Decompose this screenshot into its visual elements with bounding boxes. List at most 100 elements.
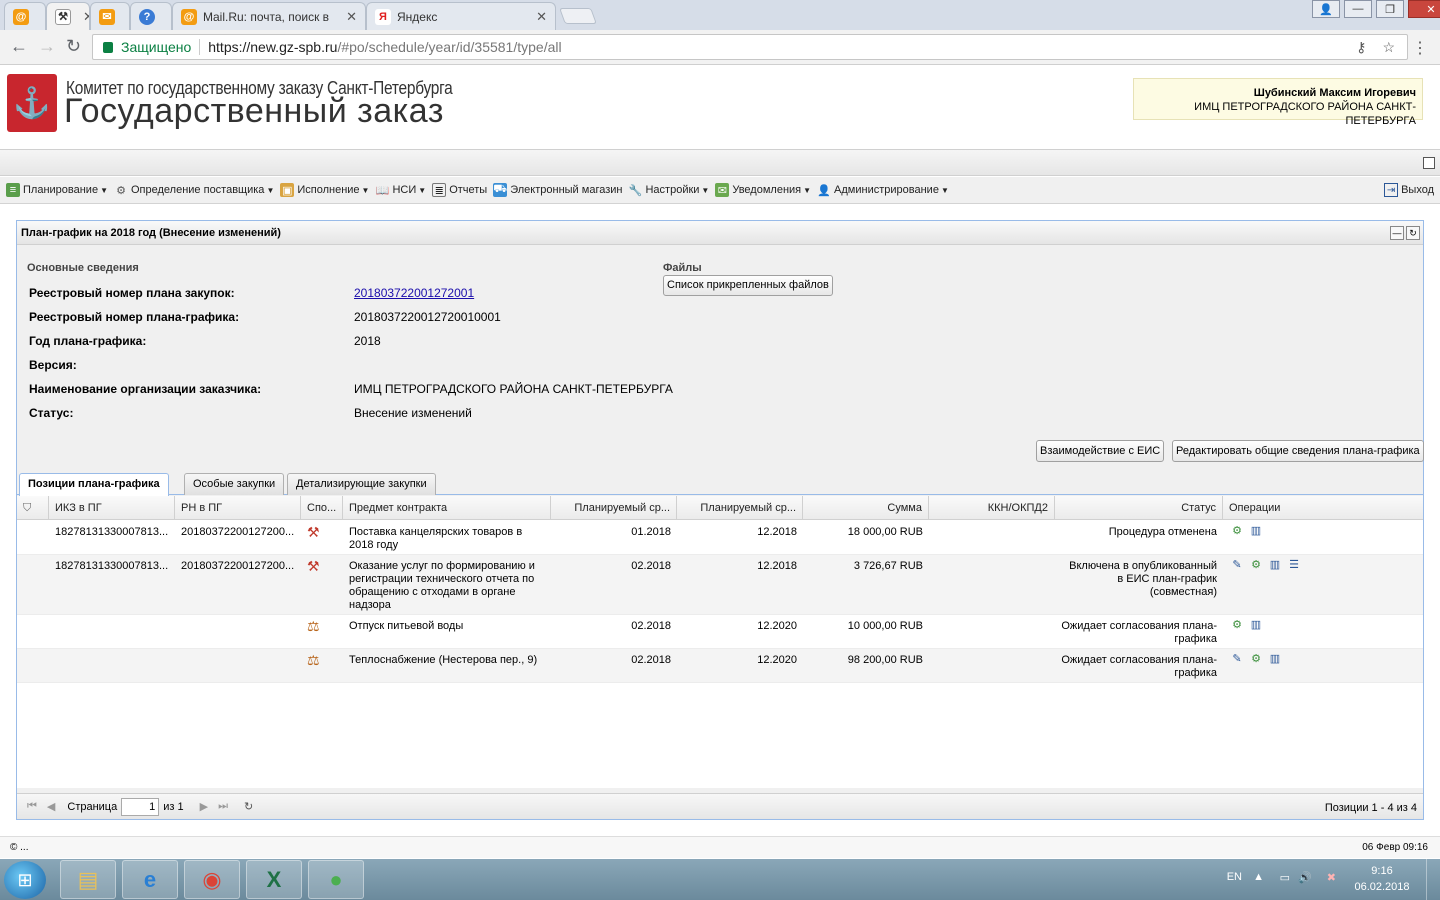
- language-indicator[interactable]: EN: [1227, 871, 1242, 883]
- collapse-icon[interactable]: [1423, 157, 1435, 169]
- browser-tab[interactable]: @: [4, 2, 46, 30]
- minimize-panel-icon[interactable]: —: [1390, 226, 1404, 240]
- explorer-taskbar-button[interactable]: ▤: [60, 860, 116, 899]
- field-label: Статус:: [29, 406, 74, 420]
- column-header[interactable]: Сумма: [803, 496, 929, 520]
- browser-tab[interactable]: @ Mail.Ru: почта, поиск в ✕: [172, 2, 366, 30]
- minimize-icon[interactable]: —: [1344, 0, 1372, 18]
- prev-page-icon[interactable]: ◀: [47, 800, 55, 813]
- url-input[interactable]: Защищено https://new.gz-spb.ru/#po/sched…: [92, 34, 1408, 60]
- last-page-icon[interactable]: ⏭: [218, 800, 228, 813]
- menu-eshop[interactable]: ⛟ Электронный магазин: [493, 183, 622, 197]
- user-icon[interactable]: 👤: [1312, 0, 1340, 18]
- excel-taskbar-button[interactable]: X: [246, 860, 302, 899]
- tab-special-purchases[interactable]: Особые закупки: [184, 473, 285, 495]
- column-header[interactable]: Предмет контракта: [343, 496, 551, 520]
- column-header[interactable]: Спо...: [301, 496, 343, 520]
- menu-admin[interactable]: 👤 Администрирование ▼: [817, 183, 949, 197]
- chart-icon[interactable]: ▥: [1267, 558, 1283, 572]
- menu-nsi[interactable]: 📖 НСИ ▼: [375, 183, 427, 197]
- table-row[interactable]: 18278131330007813... 20180372200127200..…: [17, 555, 1423, 615]
- chart-icon[interactable]: ▥: [1248, 618, 1264, 632]
- clock-date[interactable]: 06.02.2018: [1348, 881, 1416, 893]
- list-icon[interactable]: ☰: [1286, 558, 1302, 572]
- refresh-icon[interactable]: ↻: [244, 800, 253, 813]
- key-icon[interactable]: ⚷: [1356, 39, 1366, 56]
- exit-button[interactable]: ⇥ Выход: [1384, 183, 1434, 197]
- reload-icon[interactable]: ↻: [66, 36, 81, 57]
- new-tab-button[interactable]: [559, 8, 597, 24]
- chart-icon[interactable]: ▥: [1248, 524, 1264, 538]
- menu-planning[interactable]: ≡ Планирование ▼: [6, 183, 108, 197]
- menu-notifications[interactable]: ✉ Уведомления ▼: [715, 183, 811, 197]
- edit-general-info-button[interactable]: Редактировать общие сведения плана-графи…: [1172, 440, 1424, 462]
- chrome-taskbar-button[interactable]: ◉: [184, 860, 240, 899]
- menu-execution[interactable]: ▣ Исполнение ▼: [280, 183, 369, 197]
- chart-icon[interactable]: ▥: [1267, 652, 1283, 666]
- column-header[interactable]: Планируемый ср...: [551, 496, 677, 520]
- first-page-icon[interactable]: ⏮: [27, 800, 37, 813]
- table-row[interactable]: 18278131330007813... 20180372200127200..…: [17, 521, 1423, 555]
- plan-number-link[interactable]: 201803722001272001: [354, 286, 474, 300]
- volume-icon[interactable]: 🔊: [1298, 871, 1312, 884]
- close-icon[interactable]: ✕: [536, 9, 547, 25]
- browser-tab[interactable]: ?: [130, 2, 172, 30]
- close-icon[interactable]: ✕: [83, 9, 89, 25]
- tab-title: Яндекс: [397, 9, 438, 24]
- table-row[interactable]: ⚖ Отпуск питьевой воды 02.2018 12.2020 1…: [17, 615, 1423, 649]
- column-header[interactable]: ККН/ОКПД2: [929, 496, 1055, 520]
- exit-icon: ⇥: [1384, 183, 1399, 197]
- gear-icon[interactable]: ⚙: [1229, 618, 1245, 632]
- address-bar: ← → ↻ Защищено https://new.gz-spb.ru/#po…: [0, 30, 1440, 65]
- close-icon[interactable]: ✕: [346, 9, 357, 25]
- back-icon[interactable]: ←: [10, 36, 28, 57]
- browser-tab[interactable]: Я Яндекс ✕: [366, 2, 556, 30]
- app-taskbar-button[interactable]: ●: [308, 860, 364, 899]
- browser-tab[interactable]: ✉: [90, 2, 130, 30]
- refresh-panel-icon[interactable]: ↻: [1406, 226, 1420, 240]
- spb-emblem-icon: ⚓: [7, 74, 57, 132]
- cell-subject: Поставка канцелярских товаров в 2018 год…: [349, 526, 523, 551]
- browser-tab-active[interactable]: ⚒✕: [46, 2, 90, 30]
- gear-icon[interactable]: ⚙: [1229, 524, 1245, 538]
- menu-reports[interactable]: ≣ Отчеты: [432, 183, 487, 197]
- network-icon[interactable]: ✖: [1327, 871, 1336, 884]
- column-filter[interactable]: ⛉: [17, 496, 49, 520]
- star-icon[interactable]: ☆: [1382, 39, 1395, 56]
- window-close-icon[interactable]: ✕: [1408, 0, 1440, 18]
- pencil-icon[interactable]: ✎: [1229, 558, 1245, 572]
- column-header[interactable]: РН в ПГ: [175, 496, 301, 520]
- forward-icon[interactable]: →: [38, 36, 56, 57]
- next-page-icon[interactable]: ▶: [200, 800, 208, 813]
- tray-arrow-icon[interactable]: ▲: [1253, 871, 1264, 883]
- eis-interaction-button[interactable]: Взаимодействие с ЕИС: [1036, 440, 1165, 462]
- page-input[interactable]: [121, 797, 160, 816]
- tab-schedule-positions[interactable]: Позиции плана-графика: [19, 473, 169, 496]
- cell-status: Включена в опубликованный в ЕИС план-гра…: [1069, 560, 1217, 598]
- table-row[interactable]: ⚖ Теплоснабжение (Нестерова пер., 9) 02.…: [17, 649, 1423, 683]
- pencil-icon[interactable]: ✎: [1229, 652, 1245, 666]
- windows-taskbar: ⊞ ▤ e ◉ X ● EN ▲ ▭ 🔊 ✖ 9:16 06.02.2018: [0, 859, 1440, 900]
- gear-icon[interactable]: ⚙: [1248, 652, 1264, 666]
- start-button[interactable]: ⊞: [4, 861, 46, 899]
- maximize-icon[interactable]: ❐: [1376, 0, 1404, 18]
- column-header[interactable]: Операции: [1223, 496, 1423, 520]
- ie-taskbar-button[interactable]: e: [122, 860, 178, 899]
- gear-icon[interactable]: ⚙: [1248, 558, 1264, 572]
- menu-settings[interactable]: 🔧 Настройки ▼: [628, 183, 710, 197]
- field-label: Год плана-графика:: [29, 334, 147, 348]
- positions-grid: ⛉ ИКЗ в ПГ РН в ПГ Спо... Предмет контра…: [17, 496, 1423, 788]
- site-title: Государственный заказ: [64, 92, 444, 130]
- menu-supplier[interactable]: ⚙ Определение поставщика ▼: [114, 183, 274, 197]
- column-header[interactable]: Планируемый ср...: [677, 496, 803, 520]
- clock-time[interactable]: 9:16: [1352, 865, 1412, 877]
- hammer-icon: ⚒: [55, 8, 71, 25]
- browser-menu-icon[interactable]: ⋮: [1412, 38, 1428, 58]
- show-desktop-button[interactable]: [1426, 859, 1440, 900]
- column-header[interactable]: Статус: [1055, 496, 1223, 520]
- device-icon[interactable]: ▭: [1280, 871, 1290, 884]
- attached-files-button[interactable]: Список прикрепленных файлов: [663, 275, 833, 296]
- tab-detailed-purchases[interactable]: Детализирующие закупки: [287, 473, 436, 495]
- pager: ⏮ ◀ Страница из 1 ▶ ⏭ ↻ Позиции 1 - 4 из…: [17, 793, 1423, 819]
- column-header[interactable]: ИКЗ в ПГ: [49, 496, 175, 520]
